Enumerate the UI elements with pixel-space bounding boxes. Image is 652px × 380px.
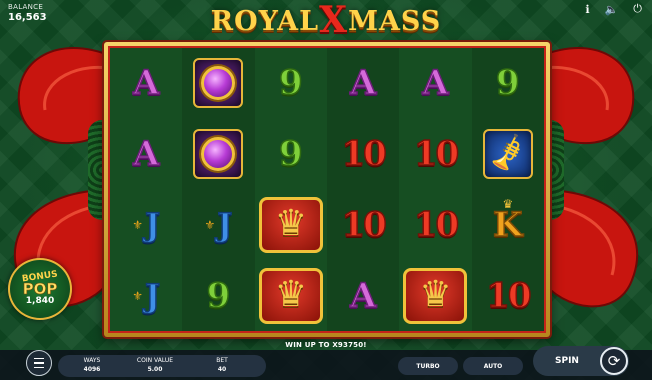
symbol-j: J xyxy=(144,205,161,244)
reel-cell: 9 xyxy=(182,260,255,331)
reel-cell: 9 xyxy=(255,48,327,119)
symbol-k: K xyxy=(492,204,523,245)
reel-cell: ♛ xyxy=(255,260,327,331)
turbo-toggle[interactable]: TURBO xyxy=(398,357,458,375)
hamburger-icon xyxy=(34,357,44,360)
symbol-9: 9 xyxy=(206,275,231,316)
symbol-a: A xyxy=(349,275,377,316)
symbol-9: 9 xyxy=(495,63,520,104)
symbol-j: J xyxy=(217,205,234,244)
bet-value: 40 xyxy=(217,366,227,373)
reel-cell: 9 xyxy=(255,119,327,190)
logo-mass: MASS xyxy=(348,6,442,37)
reel-cell: ⚜ J xyxy=(110,260,182,331)
reel-cell: 10 xyxy=(327,118,400,190)
jewel-ring-icon xyxy=(201,137,236,172)
logo-royal: ROYAL xyxy=(210,6,320,37)
reel-cell: A xyxy=(110,48,182,119)
game-logo: ROYALXMASS xyxy=(0,0,652,42)
coin-value-control[interactable]: COIN VALUE 5.00 xyxy=(120,356,190,374)
spin-button[interactable]: SPIN ⟳ xyxy=(533,346,629,376)
auto-button[interactable]: AUTO xyxy=(463,357,523,375)
reel-cell: A xyxy=(110,119,182,190)
symbol-a: A xyxy=(132,134,160,175)
symbol-10: 10 xyxy=(485,275,532,316)
reel-cell: ♛ xyxy=(399,260,471,331)
symbol-10: 10 xyxy=(341,134,388,175)
pop-label: POP xyxy=(22,279,58,298)
trumpet-symbol-tile: 🎺 xyxy=(482,129,533,180)
spin-arrows-icon: ⟳ xyxy=(600,347,628,375)
symbol-10: 10 xyxy=(341,204,388,245)
crown-icon: ♛ xyxy=(403,267,468,324)
reel-cell: 10 xyxy=(399,190,471,261)
symbol-10: 10 xyxy=(413,204,460,245)
reel-cell: ⚜ J xyxy=(110,190,182,261)
crown-icon: ♛ xyxy=(258,267,323,324)
symbol-a: A xyxy=(132,63,160,104)
logo-x: X xyxy=(319,0,349,41)
menu-button[interactable] xyxy=(26,350,52,376)
symbol-a: A xyxy=(422,63,450,104)
symbol-a: A xyxy=(349,63,377,104)
bet-label: BET xyxy=(216,357,228,364)
reel-cell xyxy=(182,48,255,119)
coin-value-label: COIN VALUE xyxy=(136,357,174,364)
reel-cell: ⚜ J xyxy=(182,189,255,261)
small-crown-icon: ♛ xyxy=(502,196,514,211)
reel-cell: A xyxy=(399,48,471,119)
symbol-j: J xyxy=(144,276,161,315)
jewel-ring-icon xyxy=(201,66,236,101)
reel-cell xyxy=(182,118,255,190)
reel-cell: ♛ xyxy=(255,190,327,261)
symbol-9: 9 xyxy=(278,134,303,175)
reel-grid: A 9 A A 9 A 9 10 10 🎺 ⚜ J ⚜ J ♛ 10 10 ♛ K ⚜ J 9 ♛ A ♛ 10 xyxy=(108,46,546,333)
reel-cell: A xyxy=(327,48,400,119)
reel-cell: A xyxy=(327,260,400,331)
symbol-10: 10 xyxy=(413,134,460,175)
reel-cell: 10 xyxy=(471,260,544,331)
ways-label: WAYS xyxy=(83,357,101,364)
coin-value-amount: 5.00 xyxy=(147,366,163,373)
bonus-pop-value: 1,840 xyxy=(25,295,55,306)
reel-cell: ♛ K xyxy=(471,189,544,261)
fleur-icon: ⚜ xyxy=(204,217,216,232)
trumpet-icon: 🎺 xyxy=(484,131,532,177)
spin-label: SPIN xyxy=(555,356,579,366)
gem-symbol-tile xyxy=(193,129,244,180)
ways-value: 4096 xyxy=(83,366,101,373)
reel-cell: 9 xyxy=(471,48,544,119)
ways-display: WAYS 4096 xyxy=(72,356,112,374)
symbol-9: 9 xyxy=(278,63,303,104)
fleur-icon: ⚜ xyxy=(132,217,143,232)
bonus-pop-badge: BONUS POP 1,840 xyxy=(8,258,72,320)
reel-cell: 10 xyxy=(399,119,471,190)
reel-cell: 🎺 xyxy=(471,118,544,190)
reel-cell: 10 xyxy=(327,189,400,261)
bet-control[interactable]: BET 40 xyxy=(202,356,242,374)
gem-symbol-tile xyxy=(193,58,244,109)
reel-frame: A 9 A A 9 A 9 10 10 🎺 ⚜ J ⚜ J ♛ 10 10 ♛ K ⚜ J 9 ♛ A ♛ 10 xyxy=(104,42,550,337)
crown-icon: ♛ xyxy=(258,196,323,253)
fleur-icon: ⚜ xyxy=(132,288,143,303)
